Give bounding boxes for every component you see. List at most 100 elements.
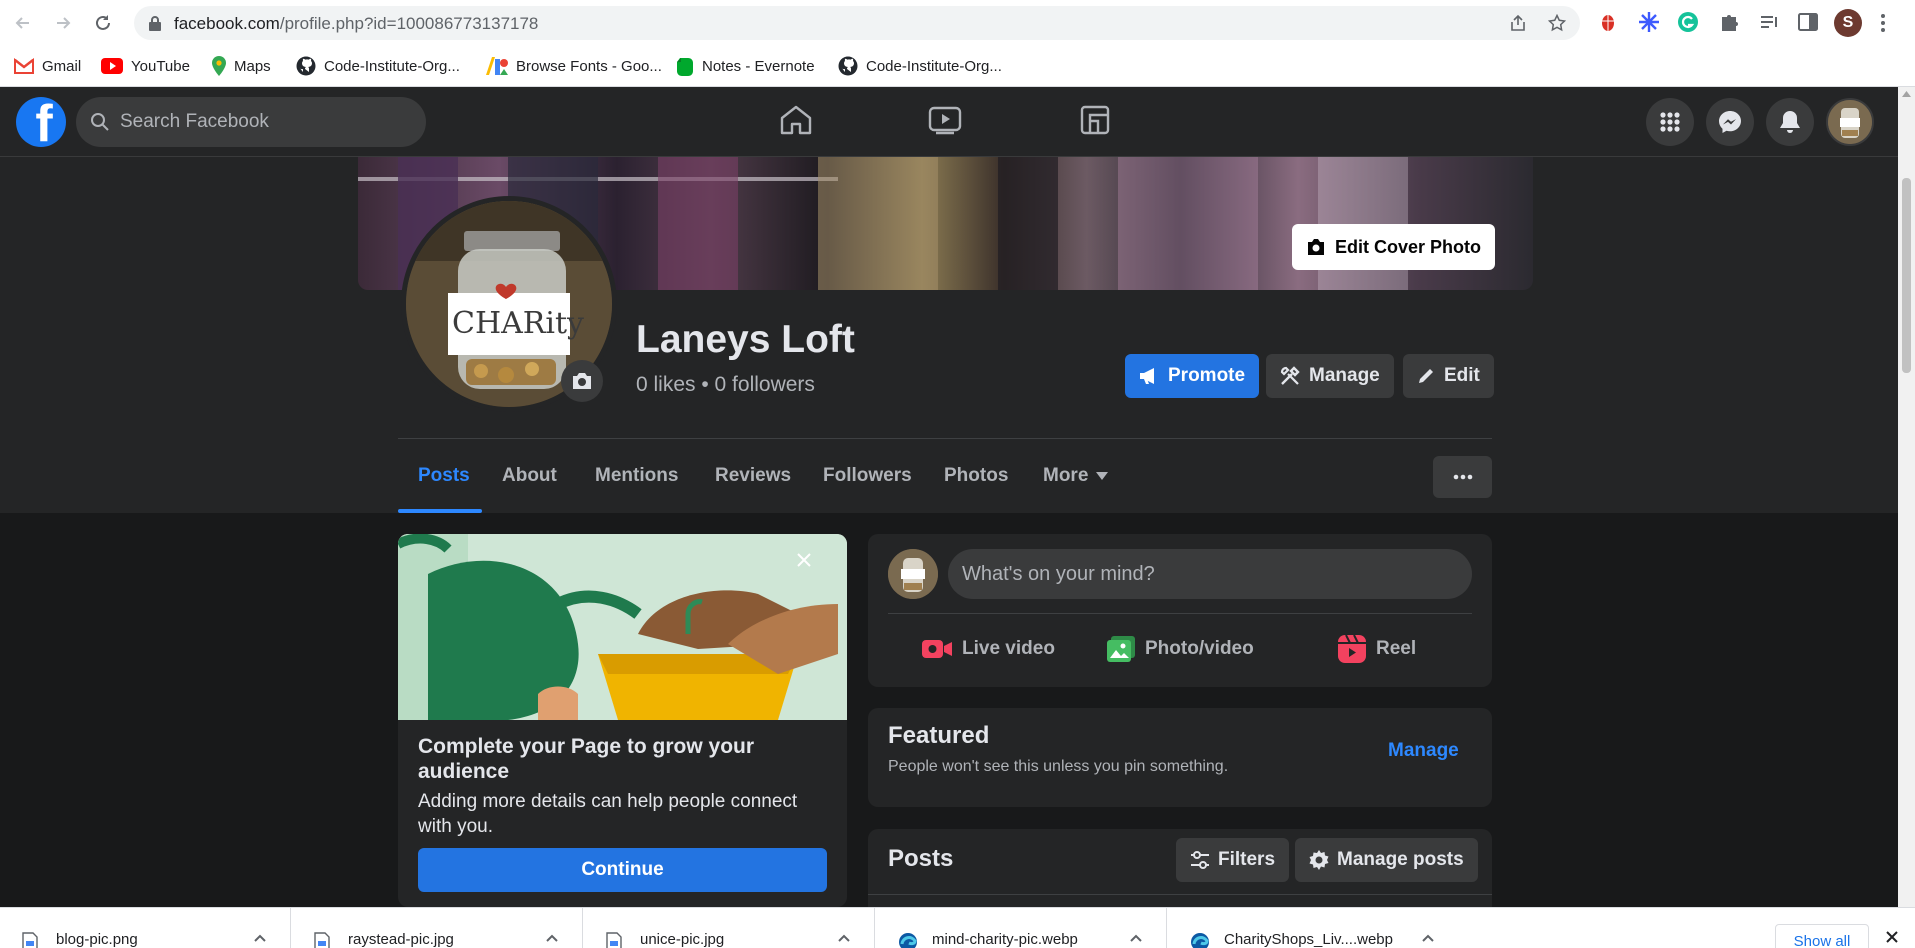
browser-menu-icon[interactable] xyxy=(1879,12,1887,34)
search-input[interactable] xyxy=(120,97,410,147)
url-host: facebook.com xyxy=(174,14,280,33)
manage-posts-label: Manage posts xyxy=(1337,849,1464,870)
scroll-up-icon[interactable] xyxy=(1902,91,1911,97)
facebook-logo[interactable]: f xyxy=(16,97,66,147)
nav-tab-video[interactable] xyxy=(915,92,975,148)
more-options-button[interactable] xyxy=(1433,456,1492,498)
composer-divider xyxy=(888,613,1472,614)
bug-extension-icon[interactable] xyxy=(1598,9,1618,35)
forward-arrow-icon xyxy=(57,17,71,29)
bookmark-gmail[interactable]: Gmail xyxy=(14,54,81,78)
image-file-icon xyxy=(606,932,622,948)
update-profile-picture-button[interactable] xyxy=(561,360,603,402)
download-item[interactable]: raystead-pic.jpg xyxy=(292,908,583,948)
address-bar[interactable]: facebook.com/profile.php?id=100086773137… xyxy=(134,6,1580,40)
bookmark-maps[interactable]: Maps xyxy=(212,54,271,78)
youtube-icon xyxy=(101,58,123,74)
tab-about[interactable]: About xyxy=(502,462,557,490)
lock-icon xyxy=(149,16,161,31)
pencil-icon xyxy=(1419,369,1433,383)
manage-button[interactable]: Manage xyxy=(1266,354,1394,398)
filter-sliders-icon xyxy=(1191,851,1209,869)
continue-button[interactable]: Continue xyxy=(418,848,827,892)
edit-cover-photo-button[interactable]: Edit Cover Photo xyxy=(1292,224,1496,270)
grammarly-icon[interactable] xyxy=(1677,9,1699,35)
tab-followers[interactable]: Followers xyxy=(823,462,912,490)
composer-avatar xyxy=(888,549,938,599)
reel-label: Reel xyxy=(1376,638,1417,659)
promote-button[interactable]: Promote xyxy=(1125,354,1260,398)
download-item[interactable]: mind-charity-pic.webp xyxy=(876,908,1167,948)
url-text: facebook.com/profile.php?id=100086773137… xyxy=(174,14,538,34)
bookmark-evernote[interactable]: Notes - Evernote xyxy=(676,54,815,78)
account-avatar[interactable] xyxy=(1826,98,1874,146)
facebook-logo-letter: f xyxy=(35,97,53,147)
header-divider xyxy=(398,438,1492,439)
promo-text: Adding more details can help people conn… xyxy=(418,791,798,837)
tab-more-label: More xyxy=(1043,465,1089,486)
featured-subtitle: People won't see this unless you pin som… xyxy=(888,758,1229,775)
search-box[interactable] xyxy=(76,97,426,147)
download-item[interactable]: blog-pic.png xyxy=(0,908,291,948)
edge-webp-icon xyxy=(1191,933,1209,948)
bookmark-code-institute-1[interactable]: Code-Institute-Org... xyxy=(296,54,460,78)
reel-button[interactable]: Reel xyxy=(1338,624,1416,674)
page-title: Laneys Loft xyxy=(636,318,855,361)
reading-list-icon[interactable] xyxy=(1758,9,1780,35)
tools-icon xyxy=(1280,366,1300,385)
nav-tab-home[interactable] xyxy=(766,92,826,148)
chevron-up-icon[interactable] xyxy=(546,934,558,942)
chevron-up-icon[interactable] xyxy=(1130,934,1142,942)
sparkle-extension-icon[interactable] xyxy=(1638,9,1660,35)
side-panel-icon[interactable] xyxy=(1797,9,1819,35)
image-file-icon xyxy=(314,932,330,948)
messenger-button[interactable] xyxy=(1706,98,1754,146)
filters-button[interactable]: Filters xyxy=(1176,838,1290,882)
manage-posts-button[interactable]: Manage posts xyxy=(1295,838,1478,882)
tab-reviews[interactable]: Reviews xyxy=(715,462,791,490)
extensions-puzzle-icon[interactable] xyxy=(1718,9,1740,35)
github-icon xyxy=(838,56,858,76)
whats-on-your-mind-input[interactable]: What's on your mind? xyxy=(948,549,1472,599)
forward-button[interactable] xyxy=(49,9,77,37)
nav-tab-gaming[interactable] xyxy=(1065,92,1125,148)
charity-jar-avatar-icon xyxy=(888,549,938,599)
tab-photos[interactable]: Photos xyxy=(944,462,1008,490)
tab-mentions[interactable]: Mentions xyxy=(595,462,678,490)
page-stats: 0 likes • 0 followers xyxy=(636,373,815,396)
page-scrollbar[interactable] xyxy=(1898,87,1915,907)
chevron-up-icon[interactable] xyxy=(1422,934,1434,942)
edit-button[interactable]: Edit xyxy=(1403,354,1494,398)
back-button[interactable] xyxy=(9,9,37,37)
bookmark-youtube[interactable]: YouTube xyxy=(101,54,190,78)
camera-icon xyxy=(1308,239,1324,255)
featured-manage-link[interactable]: Manage xyxy=(1388,740,1459,762)
close-icon[interactable] xyxy=(1885,930,1899,944)
manage-label: Manage xyxy=(1309,365,1380,386)
share-icon[interactable] xyxy=(1509,14,1527,32)
download-item[interactable]: unice-pic.jpg xyxy=(584,908,875,948)
bookmark-code-institute-2[interactable]: Code-Institute-Org... xyxy=(838,54,1002,78)
back-arrow-icon xyxy=(15,17,29,29)
scrollbar-thumb[interactable] xyxy=(1902,178,1911,373)
reload-button[interactable] xyxy=(89,9,117,37)
notifications-button[interactable] xyxy=(1766,98,1814,146)
show-all-downloads-button[interactable]: Show all xyxy=(1775,924,1869,948)
tab-more[interactable]: More xyxy=(1043,462,1109,490)
bookmark-google-fonts[interactable]: Browse Fonts - Goo... xyxy=(486,54,662,78)
bookmark-star-icon[interactable] xyxy=(1548,14,1566,32)
browser-profile-avatar[interactable]: S xyxy=(1834,9,1862,37)
promo-title: Complete your Page to grow your audience xyxy=(418,735,755,783)
menu-button[interactable] xyxy=(1646,98,1694,146)
download-item[interactable]: CharityShops_Liv....webp xyxy=(1168,908,1459,948)
bookmark-label: YouTube xyxy=(131,57,190,75)
live-video-button[interactable]: Live video xyxy=(922,624,1055,674)
chevron-up-icon[interactable] xyxy=(838,934,850,942)
chevron-up-icon[interactable] xyxy=(254,934,266,942)
tab-posts[interactable]: Posts xyxy=(418,462,470,490)
bookmarks-bar: Gmail YouTube Maps Code-Institute-Org...… xyxy=(0,45,1915,87)
photo-video-button[interactable]: Photo/video xyxy=(1107,624,1254,674)
complete-page-card: Complete your Page to grow your audience… xyxy=(398,534,847,907)
facebook-top-nav: f xyxy=(0,87,1898,157)
bookmark-label: Maps xyxy=(234,57,271,75)
